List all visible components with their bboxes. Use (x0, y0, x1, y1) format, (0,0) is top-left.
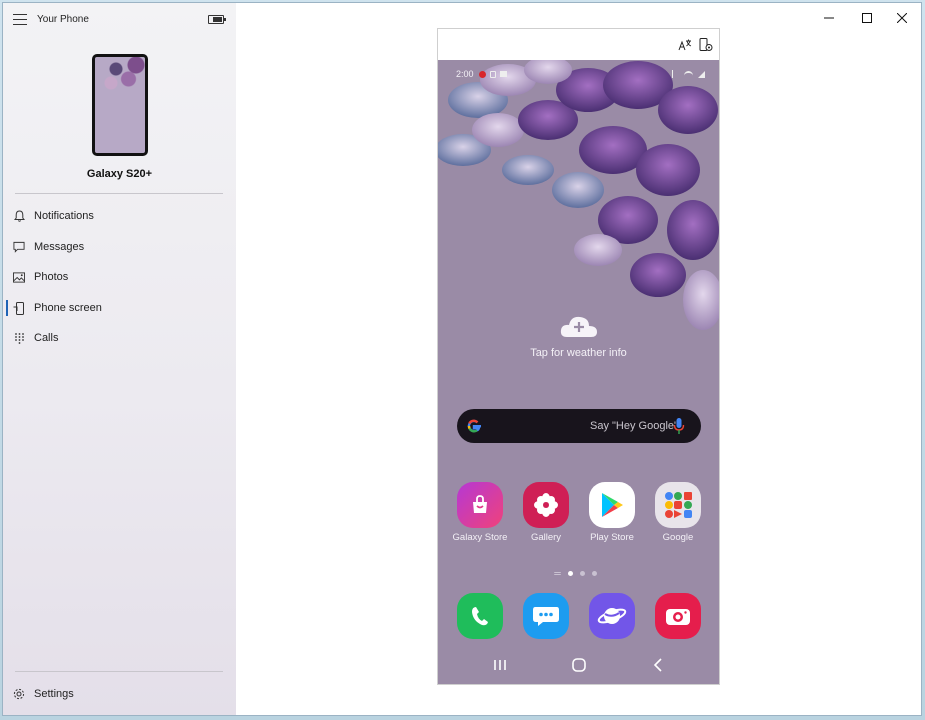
maximize-button[interactable] (857, 9, 877, 27)
signal-icon (698, 70, 705, 78)
sidebar-item-notifications[interactable]: Notifications (3, 202, 236, 230)
pager-dot (592, 571, 597, 576)
google-g-icon (467, 419, 481, 433)
close-button[interactable] (892, 9, 912, 27)
settings-label: Settings (34, 688, 74, 700)
phone-settings-button[interactable] (698, 37, 714, 53)
app-label: Google (662, 532, 694, 543)
home-icon (572, 658, 586, 672)
app-play-store[interactable]: Play Store (582, 482, 642, 543)
battery-icon (208, 15, 226, 24)
sidebar-item-label: Messages (34, 241, 85, 253)
google-search-bar[interactable]: Say "Hey Google" (457, 409, 701, 443)
phone-status-bar: 2:00 (456, 67, 705, 81)
pager-home-marker (554, 572, 561, 575)
app-galaxy-store[interactable]: Galaxy Store (450, 482, 510, 543)
play-store-icon (589, 482, 635, 528)
messages-app-icon[interactable] (523, 593, 569, 639)
gear-icon (13, 688, 25, 700)
sidebar-item-calls[interactable]: Calls (3, 324, 236, 352)
home-button[interactable] (569, 656, 589, 674)
back-icon (653, 658, 662, 672)
phone-screen-icon (13, 301, 25, 315)
sidebar-item-label: Phone screen (34, 302, 102, 314)
back-button[interactable] (648, 656, 668, 674)
sidebar-item-phone-screen[interactable]: Phone screen (3, 294, 236, 322)
page-indicator (554, 571, 597, 576)
app-label: Galaxy Store (452, 532, 508, 543)
sidebar-item-messages[interactable]: Messages (3, 233, 236, 261)
message-icon (13, 241, 25, 253)
microphone-icon[interactable] (672, 417, 686, 435)
sidebar-item-label: Calls (34, 332, 59, 344)
device-name: Galaxy S20+ (86, 168, 153, 180)
search-placeholder: Say "Hey Google" (590, 420, 678, 432)
recents-button[interactable] (490, 656, 510, 674)
sidebar-item-label: Photos (34, 271, 69, 283)
divider (15, 671, 223, 672)
photos-icon (13, 271, 25, 283)
sidebar-item-photos[interactable]: Photos (3, 263, 236, 291)
minimize-button[interactable] (819, 9, 839, 27)
dialpad-icon (13, 332, 25, 344)
settings-button[interactable]: Settings (3, 680, 236, 708)
bell-icon (13, 210, 25, 222)
google-folder-icon (655, 482, 701, 528)
pager-dot (580, 571, 585, 576)
lock-icon (489, 70, 496, 78)
sidebar-item-label: Notifications (34, 210, 94, 222)
translate-icon (678, 39, 692, 50)
wifi-icon (684, 71, 693, 77)
hamburger-menu-icon[interactable] (13, 14, 27, 26)
pager-dot-active (568, 571, 573, 576)
maximize-icon (862, 13, 872, 23)
close-icon (897, 13, 907, 23)
camera-app-icon[interactable] (655, 593, 701, 639)
download-icon (499, 71, 507, 77)
phone-app-icon[interactable] (457, 593, 503, 639)
weather-widget[interactable]: Tap for weather info (438, 313, 719, 359)
galaxy-store-icon (457, 482, 503, 528)
app-label: Play Store (590, 532, 634, 543)
app-gallery[interactable]: Gallery (516, 482, 576, 543)
sidebar: Your Phone Galaxy S20+ Notifications Mes… (3, 3, 236, 715)
internet-app-icon[interactable] (589, 593, 635, 639)
status-time: 2:00 (456, 69, 474, 79)
divider (15, 193, 223, 194)
recents-icon (494, 660, 506, 670)
minimize-icon (824, 17, 834, 19)
translate-button[interactable] (677, 37, 693, 53)
app-label: Gallery (530, 532, 562, 543)
weather-text: Tap for weather info (530, 347, 627, 359)
phone-screen[interactable]: 2:00 Tap for weather info Say "Hey Googl… (438, 60, 719, 684)
your-phone-window: Your Phone Galaxy S20+ Notifications Mes… (2, 2, 922, 716)
cloud-add-icon (559, 313, 599, 339)
phone-toolbar (438, 29, 719, 60)
recording-icon (478, 70, 486, 78)
phone-settings-icon (699, 38, 713, 51)
device-thumbnail (92, 54, 148, 156)
gallery-flower-icon (523, 482, 569, 528)
app-google-folder[interactable]: Google (648, 482, 708, 543)
app-title: Your Phone (37, 14, 89, 25)
bluetooth-icon (672, 70, 678, 78)
phone-screen-frame: 2:00 Tap for weather info Say "Hey Googl… (437, 28, 720, 685)
